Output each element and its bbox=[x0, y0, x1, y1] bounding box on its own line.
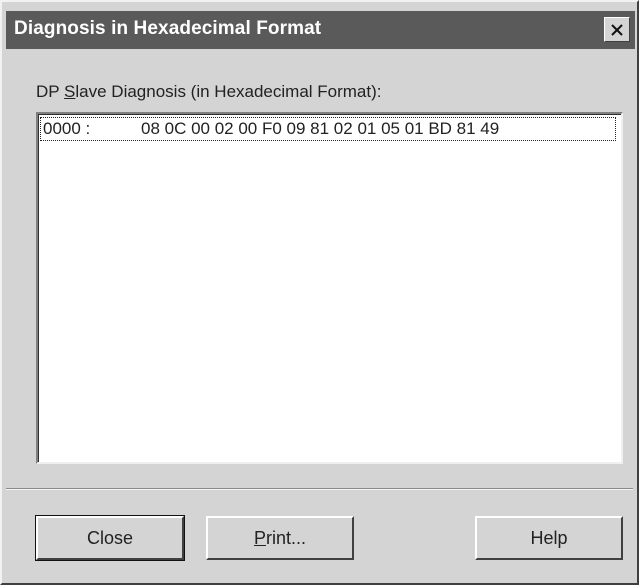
hex-bytes: 08 0C 00 02 00 F0 09 81 02 01 05 01 BD 8… bbox=[141, 119, 500, 138]
diagnosis-label: DP Slave Diagnosis (in Hexadecimal Forma… bbox=[36, 82, 382, 102]
separator bbox=[6, 488, 633, 490]
help-button-label: Help bbox=[530, 527, 568, 548]
print-button[interactable]: Print... bbox=[206, 516, 354, 560]
close-button-label: Close bbox=[86, 527, 134, 548]
diagnosis-label-prefix: DP bbox=[36, 82, 65, 101]
diagnosis-label-rest: lave Diagnosis (in Hexadecimal Format): bbox=[75, 82, 382, 101]
hex-diagnosis-listbox[interactable]: 0000 : 08 0C 00 02 00 F0 09 81 02 01 05 0… bbox=[36, 112, 623, 464]
close-button[interactable]: Close bbox=[35, 515, 185, 561]
dialog-window: Diagnosis in Hexadecimal Format DP Slave… bbox=[0, 0, 639, 585]
print-button-label: Print... bbox=[254, 528, 306, 549]
window-title: Diagnosis in Hexadecimal Format bbox=[14, 18, 322, 39]
close-icon bbox=[611, 23, 623, 36]
print-mnemonic: P bbox=[253, 527, 266, 548]
close-window-button[interactable] bbox=[604, 17, 630, 42]
hex-address: 0000 : bbox=[43, 119, 91, 138]
title-bar[interactable]: Diagnosis in Hexadecimal Format bbox=[6, 11, 635, 49]
list-item[interactable]: 0000 : 08 0C 00 02 00 F0 09 81 02 01 05 0… bbox=[40, 117, 616, 141]
help-button[interactable]: Help bbox=[475, 516, 623, 560]
diagnosis-label-mnemonic: S bbox=[64, 82, 76, 101]
print-label-rest: rint... bbox=[266, 527, 307, 548]
